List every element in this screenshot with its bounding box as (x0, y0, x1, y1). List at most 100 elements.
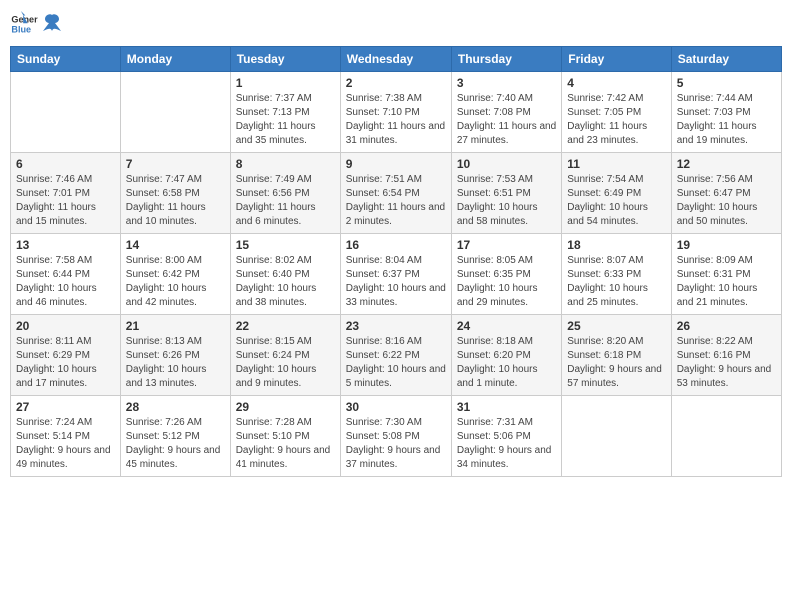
svg-text:Blue: Blue (11, 24, 31, 34)
day-info: Sunrise: 7:58 AM Sunset: 6:44 PM Dayligh… (16, 254, 115, 310)
calendar-cell: 15Sunrise: 8:02 AM Sunset: 6:40 PM Dayli… (230, 234, 340, 315)
day-number: 10 (457, 157, 556, 171)
calendar-week-row: 1 Sunrise: 7:37 AM Sunset: 7:13 PM Daylig… (11, 72, 782, 153)
day-number: 4 (567, 76, 665, 90)
logo: General Blue (10, 10, 62, 38)
day-info: Sunrise: 7:47 AM Sunset: 6:58 PM Dayligh… (126, 173, 225, 229)
calendar-cell: 27 Sunrise: 7:24 AM Sunset: 5:14 PM Dayli… (11, 396, 121, 477)
day-info: Sunrise: 7:31 AM Sunset: 5:06 PM Dayligh… (457, 416, 556, 472)
day-info: Sunrise: 7:46 AM Sunset: 7:01 PM Dayligh… (16, 173, 115, 229)
calendar-cell: 7 Sunrise: 7:47 AM Sunset: 6:58 PM Daylig… (120, 153, 230, 234)
day-number: 24 (457, 319, 556, 333)
day-number: 18 (567, 238, 665, 252)
calendar-cell: 17Sunrise: 8:05 AM Sunset: 6:35 PM Dayli… (451, 234, 561, 315)
calendar-week-row: 13Sunrise: 7:58 AM Sunset: 6:44 PM Dayli… (11, 234, 782, 315)
calendar-header-row: SundayMondayTuesdayWednesdayThursdayFrid… (11, 47, 782, 72)
calendar-cell: 3 Sunrise: 7:40 AM Sunset: 7:08 PM Daylig… (451, 72, 561, 153)
day-info: Sunrise: 8:05 AM Sunset: 6:35 PM Dayligh… (457, 254, 556, 310)
page-header: General Blue (10, 10, 782, 38)
calendar-day-header: Sunday (11, 47, 121, 72)
calendar-week-row: 6 Sunrise: 7:46 AM Sunset: 7:01 PM Daylig… (11, 153, 782, 234)
day-number: 1 (236, 76, 335, 90)
day-info: Sunrise: 7:49 AM Sunset: 6:56 PM Dayligh… (236, 173, 335, 229)
calendar-cell: 25 Sunrise: 8:20 AM Sunset: 6:18 PM Dayli… (562, 315, 671, 396)
day-number: 30 (346, 400, 446, 414)
day-number: 16 (346, 238, 446, 252)
calendar-cell (11, 72, 121, 153)
day-info: Sunrise: 8:00 AM Sunset: 6:42 PM Dayligh… (126, 254, 225, 310)
day-number: 21 (126, 319, 225, 333)
calendar-cell: 1 Sunrise: 7:37 AM Sunset: 7:13 PM Daylig… (230, 72, 340, 153)
day-info: Sunrise: 7:28 AM Sunset: 5:10 PM Dayligh… (236, 416, 335, 472)
day-number: 19 (677, 238, 776, 252)
calendar-cell: 23 Sunrise: 8:16 AM Sunset: 6:22 PM Dayli… (340, 315, 451, 396)
day-number: 25 (567, 319, 665, 333)
day-info: Sunrise: 8:02 AM Sunset: 6:40 PM Dayligh… (236, 254, 335, 310)
calendar-cell: 24 Sunrise: 8:18 AM Sunset: 6:20 PM Dayli… (451, 315, 561, 396)
day-number: 14 (126, 238, 225, 252)
day-info: Sunrise: 8:11 AM Sunset: 6:29 PM Dayligh… (16, 335, 115, 391)
calendar-cell: 18 Sunrise: 8:07 AM Sunset: 6:33 PM Dayli… (562, 234, 671, 315)
day-info: Sunrise: 8:20 AM Sunset: 6:18 PM Dayligh… (567, 335, 665, 391)
calendar-cell: 28Sunrise: 7:26 AM Sunset: 5:12 PM Dayli… (120, 396, 230, 477)
day-info: Sunrise: 7:24 AM Sunset: 5:14 PM Dayligh… (16, 416, 115, 472)
day-number: 3 (457, 76, 556, 90)
day-info: Sunrise: 7:42 AM Sunset: 7:05 PM Dayligh… (567, 92, 665, 148)
calendar-cell: 29 Sunrise: 7:28 AM Sunset: 5:10 PM Dayli… (230, 396, 340, 477)
calendar-day-header: Friday (562, 47, 671, 72)
day-number: 8 (236, 157, 335, 171)
calendar-cell: 16 Sunrise: 8:04 AM Sunset: 6:37 PM Dayli… (340, 234, 451, 315)
calendar-cell: 30 Sunrise: 7:30 AM Sunset: 5:08 PM Dayli… (340, 396, 451, 477)
day-number: 7 (126, 157, 225, 171)
calendar-cell: 14 Sunrise: 8:00 AM Sunset: 6:42 PM Dayli… (120, 234, 230, 315)
day-info: Sunrise: 8:04 AM Sunset: 6:37 PM Dayligh… (346, 254, 446, 310)
day-info: Sunrise: 7:44 AM Sunset: 7:03 PM Dayligh… (677, 92, 776, 148)
day-info: Sunrise: 7:26 AM Sunset: 5:12 PM Dayligh… (126, 416, 225, 472)
day-info: Sunrise: 8:09 AM Sunset: 6:31 PM Dayligh… (677, 254, 776, 310)
calendar-cell: 10 Sunrise: 7:53 AM Sunset: 6:51 PM Dayli… (451, 153, 561, 234)
calendar-cell: 31 Sunrise: 7:31 AM Sunset: 5:06 PM Dayli… (451, 396, 561, 477)
day-number: 2 (346, 76, 446, 90)
calendar-cell: 4 Sunrise: 7:42 AM Sunset: 7:05 PM Daylig… (562, 72, 671, 153)
calendar-cell: 8 Sunrise: 7:49 AM Sunset: 6:56 PM Daylig… (230, 153, 340, 234)
day-info: Sunrise: 7:53 AM Sunset: 6:51 PM Dayligh… (457, 173, 556, 229)
day-number: 5 (677, 76, 776, 90)
calendar-cell: 6 Sunrise: 7:46 AM Sunset: 7:01 PM Daylig… (11, 153, 121, 234)
calendar-day-header: Monday (120, 47, 230, 72)
day-info: Sunrise: 7:56 AM Sunset: 6:47 PM Dayligh… (677, 173, 776, 229)
day-number: 11 (567, 157, 665, 171)
day-number: 6 (16, 157, 115, 171)
day-info: Sunrise: 7:37 AM Sunset: 7:13 PM Dayligh… (236, 92, 335, 148)
calendar-cell (671, 396, 781, 477)
calendar-cell: 12 Sunrise: 7:56 AM Sunset: 6:47 PM Dayli… (671, 153, 781, 234)
day-info: Sunrise: 7:51 AM Sunset: 6:54 PM Dayligh… (346, 173, 446, 229)
day-info: Sunrise: 8:15 AM Sunset: 6:24 PM Dayligh… (236, 335, 335, 391)
logo-bird-icon (43, 13, 61, 35)
calendar-cell: 20 Sunrise: 8:11 AM Sunset: 6:29 PM Dayli… (11, 315, 121, 396)
calendar-day-header: Tuesday (230, 47, 340, 72)
calendar-day-header: Saturday (671, 47, 781, 72)
day-info: Sunrise: 8:16 AM Sunset: 6:22 PM Dayligh… (346, 335, 446, 391)
day-number: 29 (236, 400, 335, 414)
day-info: Sunrise: 7:30 AM Sunset: 5:08 PM Dayligh… (346, 416, 446, 472)
day-number: 20 (16, 319, 115, 333)
day-number: 31 (457, 400, 556, 414)
calendar-day-header: Wednesday (340, 47, 451, 72)
day-info: Sunrise: 7:40 AM Sunset: 7:08 PM Dayligh… (457, 92, 556, 148)
day-number: 12 (677, 157, 776, 171)
calendar-cell: 5 Sunrise: 7:44 AM Sunset: 7:03 PM Daylig… (671, 72, 781, 153)
day-number: 23 (346, 319, 446, 333)
calendar-week-row: 20 Sunrise: 8:11 AM Sunset: 6:29 PM Dayli… (11, 315, 782, 396)
calendar-cell (562, 396, 671, 477)
calendar-cell: 2Sunrise: 7:38 AM Sunset: 7:10 PM Daylig… (340, 72, 451, 153)
calendar-day-header: Thursday (451, 47, 561, 72)
day-number: 27 (16, 400, 115, 414)
calendar-cell (120, 72, 230, 153)
day-info: Sunrise: 8:07 AM Sunset: 6:33 PM Dayligh… (567, 254, 665, 310)
calendar-table: SundayMondayTuesdayWednesdayThursdayFrid… (10, 46, 782, 477)
day-info: Sunrise: 8:13 AM Sunset: 6:26 PM Dayligh… (126, 335, 225, 391)
day-info: Sunrise: 8:18 AM Sunset: 6:20 PM Dayligh… (457, 335, 556, 391)
calendar-cell: 11 Sunrise: 7:54 AM Sunset: 6:49 PM Dayli… (562, 153, 671, 234)
day-info: Sunrise: 7:54 AM Sunset: 6:49 PM Dayligh… (567, 173, 665, 229)
calendar-cell: 22Sunrise: 8:15 AM Sunset: 6:24 PM Dayli… (230, 315, 340, 396)
